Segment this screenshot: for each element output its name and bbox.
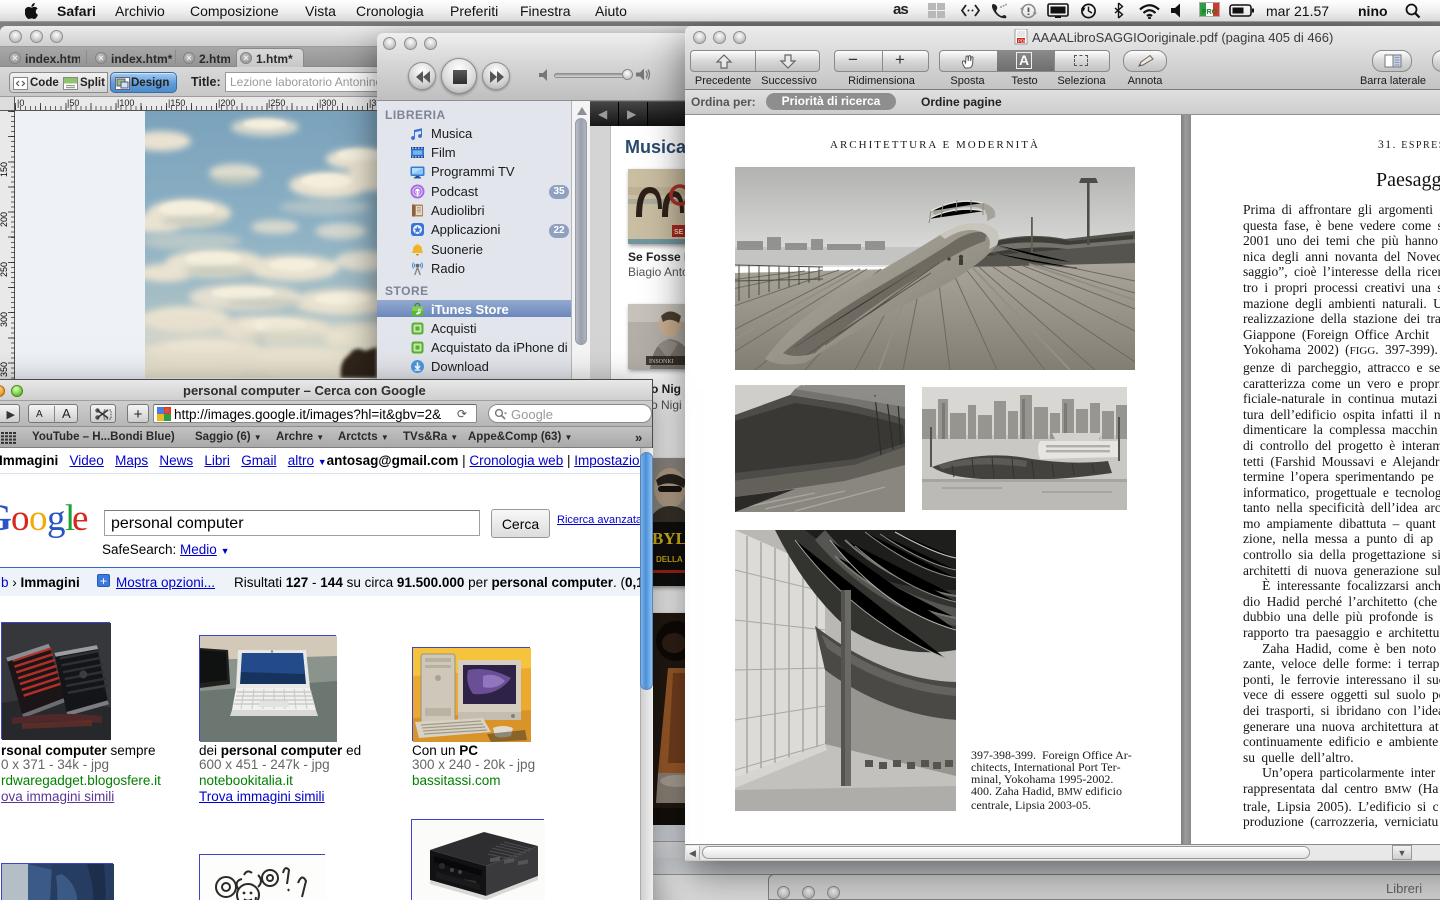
svg-text:PDF: PDF — [1018, 38, 1027, 43]
svg-text:INSONKI: INSONKI — [649, 359, 674, 365]
svg-text:o: o — [11, 501, 30, 539]
svg-text:DELLA: DELLA — [656, 555, 683, 564]
svg-text:G: G — [0, 501, 12, 539]
svg-text:g: g — [47, 501, 66, 539]
svg-text:o: o — [29, 501, 48, 539]
svg-text:e: e — [72, 501, 88, 539]
